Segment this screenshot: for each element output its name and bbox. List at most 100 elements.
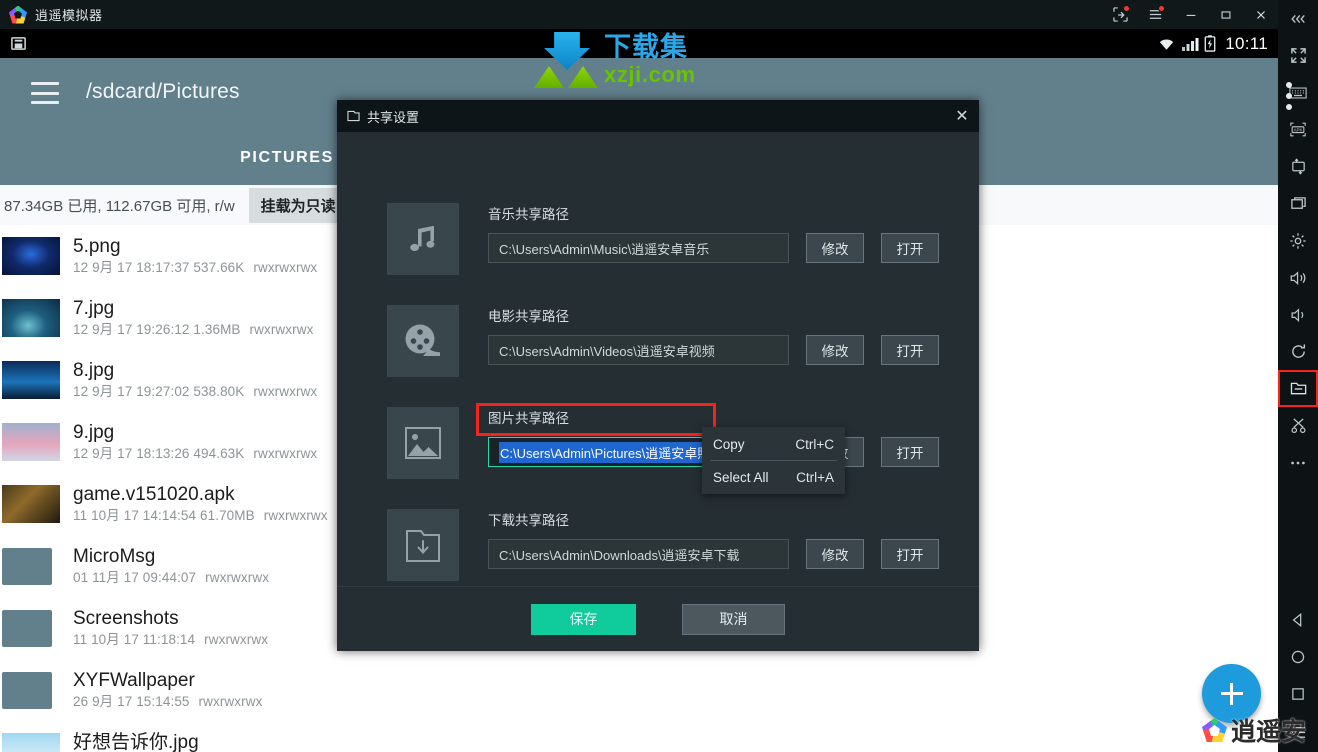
share-row-pictures: 图片共享路径 C:\Users\Admin\Pictures\逍遥安卓照片 修改… <box>387 407 939 479</box>
file-name: 7.jpg <box>73 297 115 319</box>
picture-open-button[interactable]: 打开 <box>881 437 939 467</box>
settings-gear-icon[interactable] <box>1278 222 1318 259</box>
watermark-url-text: xzji.com <box>604 62 696 87</box>
movie-open-button[interactable]: 打开 <box>881 335 939 365</box>
file-meta: game.v151020.apk 11 10月 17 14:14:54 61.70… <box>73 484 328 525</box>
file-meta: 7.jpg 12 9月 17 19:26:12 1.36MB rwxrwxrwx <box>73 298 313 339</box>
file-thumbnail <box>2 237 60 275</box>
volume-down-icon[interactable] <box>1278 296 1318 333</box>
dialog-title: 共享设置 <box>367 109 420 125</box>
file-permissions: rwxrwxrwx <box>198 693 263 709</box>
picture-icon <box>387 407 459 479</box>
current-path: /sdcard/Pictures <box>86 80 240 103</box>
more-options-icon[interactable] <box>1278 444 1318 481</box>
minimize-icon[interactable] <box>1173 0 1208 29</box>
file-row[interactable]: XYFWallpaper 26 9月 17 15:14:55 rwxrwxrwx <box>0 659 1278 721</box>
download-modify-button[interactable]: 修改 <box>806 539 864 569</box>
app-title: 逍遥模拟器 <box>35 8 103 23</box>
status-icons: 10:11 <box>1157 34 1278 54</box>
file-name: MicroMsg <box>73 545 156 567</box>
music-note-icon <box>387 203 459 275</box>
wifi-icon <box>1160 39 1174 50</box>
tab-pictures[interactable]: PICTURES <box>240 149 334 167</box>
file-details: 11 10月 17 14:14:54 61.70MB rwxrwxrwx <box>73 506 328 525</box>
file-permissions: rwxrwxrwx <box>263 507 328 523</box>
back-icon[interactable] <box>1278 601 1318 638</box>
picture-path-selected-text: C:\Users\Admin\Pictures\逍遥安卓照片 <box>499 441 725 463</box>
file-name: game.v151020.apk <box>73 483 235 505</box>
download-folder-icon <box>387 509 459 581</box>
file-row[interactable]: 好想告诉你.jpg23 9月 17 14:54:47 471.73Krwxrwx… <box>0 721 1278 752</box>
multi-window-icon[interactable] <box>1278 185 1318 222</box>
context-menu-item-copy[interactable]: Copy Ctrl+C <box>702 430 845 458</box>
folder-icon <box>2 609 60 647</box>
download-path-input[interactable]: C:\Users\Admin\Downloads\逍遥安卓下载 <box>488 539 789 569</box>
collapse-rail-icon[interactable] <box>1278 0 1318 37</box>
context-menu-copy-shortcut: Ctrl+C <box>795 436 834 452</box>
svg-text:APK: APK <box>1293 127 1302 132</box>
file-meta: 8.jpg 12 9月 17 19:27:02 538.80K rwxrwxrwx <box>73 360 317 401</box>
file-name: Screenshots <box>73 607 179 629</box>
fullscreen-icon[interactable] <box>1278 37 1318 74</box>
file-permissions: rwxrwxrwx <box>249 321 314 337</box>
file-meta: Screenshots 11 10月 17 11:18:14 rwxrwxrwx <box>73 608 268 649</box>
close-icon[interactable] <box>1243 0 1278 29</box>
rotate-icon[interactable] <box>1278 333 1318 370</box>
app-logo-icon <box>9 5 27 24</box>
dialog-folder-icon <box>347 110 360 122</box>
menu-badge <box>1158 5 1165 12</box>
file-details: 12 9月 17 18:17:37 537.66K rwxrwxrwx <box>73 258 317 277</box>
file-meta: 9.jpg 12 9月 17 18:13:26 494.63K rwxrwxrwx <box>73 422 317 463</box>
file-thumbnail <box>2 299 60 337</box>
file-details: 12 9月 17 19:27:02 538.80K rwxrwxrwx <box>73 382 317 401</box>
music-open-button[interactable]: 打开 <box>881 233 939 263</box>
file-details: 26 9月 17 15:14:55 rwxrwxrwx <box>73 692 262 711</box>
movie-path-input[interactable]: C:\Users\Admin\Videos\逍遥安卓视频 <box>488 335 789 365</box>
mount-readonly-button[interactable]: 挂载为只读 <box>248 187 348 223</box>
save-button[interactable]: 保存 <box>531 603 636 635</box>
share-screen-icon[interactable] <box>1103 0 1138 29</box>
scissors-screenshot-icon[interactable] <box>1278 407 1318 444</box>
context-menu-select-all-shortcut: Ctrl+A <box>796 469 834 485</box>
file-date-size: 11 10月 17 14:14:54 61.70MB <box>73 507 255 523</box>
download-open-button[interactable]: 打开 <box>881 539 939 569</box>
dialog-body: 音乐共享路径 C:\Users\Admin\Music\逍遥安卓音乐 修改 打开 <box>337 132 979 586</box>
shared-folder-transfer-icon[interactable] <box>1278 148 1318 185</box>
file-thumbnail <box>2 485 60 523</box>
file-details: 01 11月 17 09:44:07 rwxrwxrwx <box>73 568 269 587</box>
cancel-button[interactable]: 取消 <box>682 603 785 635</box>
file-date-size: 11 10月 17 11:18:14 <box>73 631 196 647</box>
recents-icon[interactable] <box>1278 675 1318 712</box>
home-icon[interactable] <box>1278 638 1318 675</box>
file-name: 8.jpg <box>73 359 115 381</box>
titlebar: 逍遥模拟器 <box>0 0 1278 29</box>
volume-up-icon[interactable] <box>1278 259 1318 296</box>
file-date-size: 12 9月 17 19:26:12 1.36MB <box>73 321 241 337</box>
bottom-right-watermark: 逍遥安 <box>1201 712 1306 748</box>
keyboard-icon[interactable] <box>1278 74 1318 111</box>
file-permissions: rwxrwxrwx <box>205 569 270 585</box>
file-thumbnail <box>2 733 60 752</box>
drawer-menu-icon[interactable] <box>31 82 59 104</box>
context-menu-copy-label: Copy <box>713 436 745 452</box>
file-permissions: rwxrwxrwx <box>253 259 318 275</box>
overflow-menu-icon[interactable] <box>1286 82 1292 110</box>
dialog-close-icon[interactable]: ✕ <box>945 100 979 132</box>
maximize-icon[interactable] <box>1208 0 1243 29</box>
picture-path-label: 图片共享路径 <box>488 411 569 426</box>
music-path-input[interactable]: C:\Users\Admin\Music\逍遥安卓音乐 <box>488 233 789 263</box>
shared-folder-icon[interactable] <box>1278 370 1318 407</box>
context-menu-item-select-all[interactable]: Select All Ctrl+A <box>702 463 845 491</box>
storage-info-text: 87.34GB 已用, 112.67GB 可用, r/w <box>4 197 235 215</box>
menu-icon[interactable] <box>1138 0 1173 29</box>
file-date-size: 01 11月 17 09:44:07 <box>73 569 197 585</box>
save-notification-icon <box>10 35 27 52</box>
apk-install-icon[interactable]: APK <box>1278 111 1318 148</box>
clock: 10:11 <box>1225 33 1268 53</box>
music-modify-button[interactable]: 修改 <box>806 233 864 263</box>
file-thumbnail <box>2 361 60 399</box>
file-meta: 好想告诉你.jpg23 9月 17 14:54:47 471.73Krwxrwx… <box>73 732 317 752</box>
file-details: 12 9月 17 18:13:26 494.63K rwxrwxrwx <box>73 444 317 463</box>
movie-path-label: 电影共享路径 <box>488 309 569 324</box>
movie-modify-button[interactable]: 修改 <box>806 335 864 365</box>
